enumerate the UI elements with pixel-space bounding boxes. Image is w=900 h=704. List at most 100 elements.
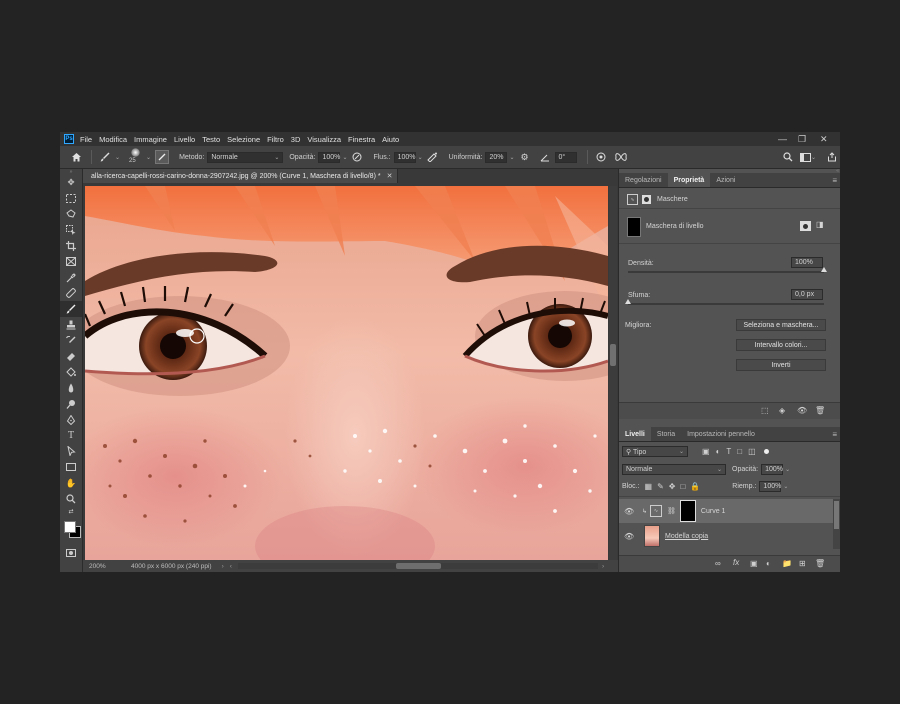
link-chain-icon[interactable]: ⛓	[667, 507, 676, 515]
canvas-vertical-scrollbar[interactable]	[609, 186, 617, 560]
new-group-folder-icon[interactable]: 📁	[782, 559, 792, 568]
filter-pixel-icon[interactable]: ▣	[702, 447, 710, 456]
rectangle-tool-icon[interactable]	[60, 459, 82, 475]
crop-tool-icon[interactable]	[60, 238, 82, 254]
close-icon[interactable]: ✕	[820, 132, 828, 146]
select-and-mask-button[interactable]: Seleziona e maschera...	[736, 319, 826, 331]
lock-artboard-icon[interactable]: □	[680, 482, 685, 491]
home-icon[interactable]	[68, 151, 84, 163]
chevron-down-icon[interactable]: ⌄	[509, 154, 514, 161]
hand-tool-icon[interactable]: ✋	[60, 475, 82, 491]
pixel-mask-icon[interactable]	[800, 221, 811, 231]
menu-file[interactable]: File	[80, 135, 92, 144]
color-range-button[interactable]: Intervallo colori...	[736, 339, 826, 351]
chevron-right-icon[interactable]: ›	[602, 563, 604, 570]
zoom-level[interactable]: 200%	[89, 563, 121, 570]
chevron-down-icon[interactable]: ⌄	[783, 483, 788, 490]
gear-icon[interactable]: ⚙	[519, 151, 531, 163]
visibility-eye-icon[interactable]: 👁	[797, 406, 807, 415]
invert-button[interactable]: Inverti	[736, 359, 826, 371]
tab-azioni[interactable]: Azioni	[710, 173, 741, 187]
blend-mode-select[interactable]: Normale ⌄	[622, 464, 726, 475]
menu-aiuto[interactable]: Aiuto	[382, 135, 399, 144]
frame-tool-icon[interactable]	[60, 254, 82, 270]
panel-menu-icon[interactable]: ≡	[832, 176, 837, 185]
zoom-tool-icon[interactable]	[60, 491, 82, 507]
scroll-thumb[interactable]	[610, 344, 616, 366]
curves-adjustment-icon[interactable]: ∿	[650, 505, 663, 517]
opacity-input[interactable]: 100%	[318, 151, 341, 163]
tab-impostazioni-pennello[interactable]: Impostazioni pennello	[681, 427, 761, 441]
chevron-down-icon[interactable]: ⌄	[811, 154, 816, 161]
layer-name[interactable]: Curve 1	[701, 508, 726, 515]
density-slider[interactable]	[628, 267, 827, 273]
dodge-tool-icon[interactable]	[60, 396, 82, 412]
visibility-eye-icon[interactable]: 👁	[624, 507, 636, 516]
pen-tool-icon[interactable]	[60, 412, 82, 428]
airbrush-icon[interactable]	[427, 151, 439, 163]
menu-modifica[interactable]: Modifica	[99, 135, 127, 144]
lock-position-icon[interactable]: ✥	[669, 482, 676, 491]
feather-input[interactable]: 0,0 px	[791, 289, 823, 300]
clone-stamp-tool-icon[interactable]	[60, 317, 82, 333]
layer-mask-thumbnail[interactable]	[679, 500, 696, 522]
chevron-right-icon[interactable]: ›	[222, 563, 224, 570]
link-layers-icon[interactable]: ∞	[715, 559, 721, 568]
collapse-panels-icon[interactable]: «	[836, 168, 839, 174]
tab-proprieta[interactable]: Proprietà	[667, 173, 711, 187]
mask-thumbnail[interactable]	[627, 217, 641, 237]
layer-row[interactable]: 👁 Modella copia	[619, 524, 833, 548]
type-tool-icon[interactable]: T	[60, 428, 82, 444]
pressure-opacity-icon[interactable]	[351, 151, 363, 163]
method-select[interactable]: Normale ⌄	[207, 151, 284, 163]
density-input[interactable]: 100%	[791, 257, 823, 268]
object-selection-tool-icon[interactable]	[60, 222, 82, 238]
density-slider-handle[interactable]	[821, 267, 827, 272]
layer-thumbnail[interactable]	[644, 525, 660, 547]
scroll-thumb[interactable]	[395, 563, 441, 569]
menu-finestra[interactable]: Finestra	[348, 135, 375, 144]
close-tab-icon[interactable]: ✕	[387, 172, 393, 180]
layer-opacity-input[interactable]: 100%	[761, 464, 784, 475]
chevron-down-icon[interactable]: ⌄	[342, 154, 347, 161]
chevron-down-icon[interactable]: ⌄	[115, 154, 120, 161]
eraser-tool-icon[interactable]	[60, 349, 82, 365]
brush-tool-icon[interactable]	[60, 301, 82, 318]
workspace-icon[interactable]	[799, 151, 811, 163]
search-icon[interactable]	[782, 151, 794, 163]
delete-layer-icon[interactable]: 🗑	[815, 559, 825, 568]
filter-adjustment-icon[interactable]: ◐	[716, 447, 721, 456]
canvas-horizontal-scrollbar[interactable]	[237, 563, 598, 569]
history-brush-tool-icon[interactable]	[60, 333, 82, 349]
pressure-size-icon[interactable]	[595, 151, 607, 163]
new-adjustment-icon[interactable]: ◐	[766, 559, 771, 568]
feather-slider-handle[interactable]	[625, 299, 631, 304]
filter-smart-object-icon[interactable]: ◫	[748, 447, 756, 456]
layer-row[interactable]: 👁 ↳ ∿ ⛓ Curve 1	[619, 499, 833, 523]
document-tab[interactable]: alla-ricerca-capelli-rossi-carino-donna-…	[83, 169, 398, 183]
menu-immagine[interactable]: Immagine	[134, 135, 167, 144]
menu-filtro[interactable]: Filtro	[267, 135, 284, 144]
blur-tool-icon[interactable]	[60, 380, 82, 396]
foreground-color-swatch[interactable]	[64, 520, 76, 533]
swap-colors-icon[interactable]: ⇄	[60, 507, 82, 517]
load-selection-icon[interactable]: ⬚	[761, 406, 769, 415]
menu-selezione[interactable]: Selezione	[227, 135, 260, 144]
new-layer-icon[interactable]: ⊞	[799, 559, 806, 568]
tab-regolazioni[interactable]: Regolazioni	[619, 173, 668, 187]
minimize-icon[interactable]: —	[778, 132, 787, 146]
path-selection-tool-icon[interactable]	[60, 444, 82, 460]
restore-icon[interactable]: ❐	[798, 132, 806, 146]
share-icon[interactable]	[826, 151, 838, 163]
chevron-down-icon[interactable]: ⌄	[146, 154, 151, 161]
curves-adjustment-icon[interactable]: ∿	[627, 194, 638, 205]
brush-tool-preset-icon[interactable]	[99, 151, 111, 163]
symmetry-butterfly-icon[interactable]	[614, 151, 627, 163]
lasso-tool-icon[interactable]	[60, 207, 82, 223]
chevron-down-icon[interactable]: ⌄	[418, 154, 423, 161]
apply-mask-icon[interactable]: ◈	[779, 406, 785, 415]
menu-testo[interactable]: Testo	[202, 135, 220, 144]
mask-icon[interactable]	[642, 195, 651, 204]
menu-livello[interactable]: Livello	[174, 135, 195, 144]
color-swatches[interactable]	[60, 517, 82, 539]
